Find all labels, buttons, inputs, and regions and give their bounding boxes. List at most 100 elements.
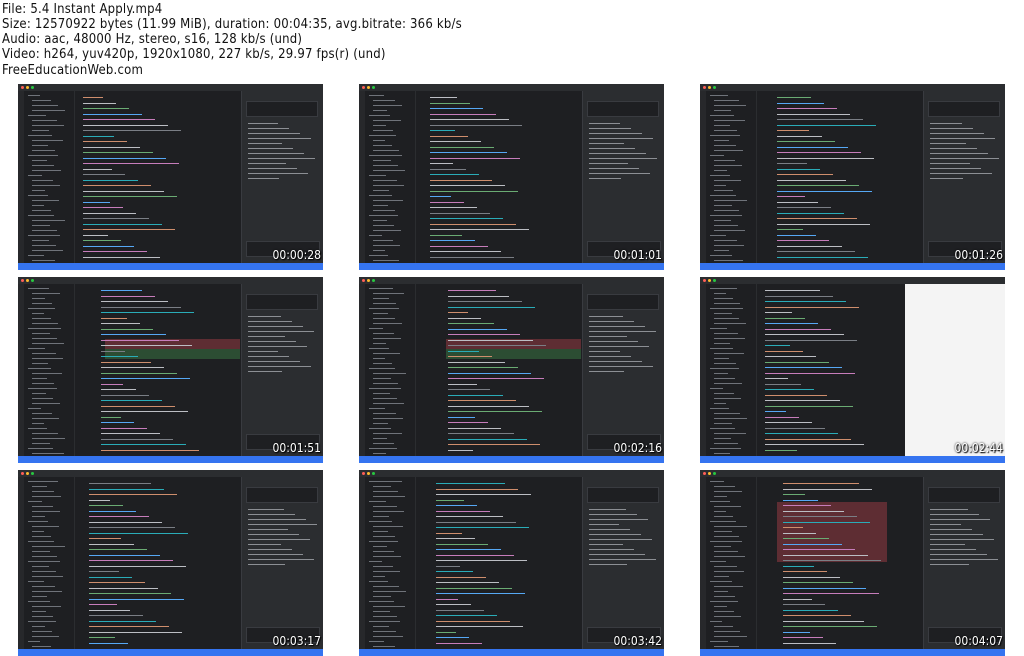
tree-item[interactable] xyxy=(32,110,65,111)
window-control-icon[interactable] xyxy=(708,86,711,89)
tree-item[interactable] xyxy=(32,165,54,166)
tree-item[interactable] xyxy=(373,423,388,424)
tree-item[interactable] xyxy=(373,443,394,444)
tree-item[interactable] xyxy=(373,303,396,304)
tree-item[interactable] xyxy=(373,453,386,454)
tree-item[interactable] xyxy=(373,403,404,404)
tree-item[interactable] xyxy=(714,626,733,627)
tree-item[interactable] xyxy=(32,398,53,399)
tree-item[interactable] xyxy=(373,165,398,166)
tree-item[interactable] xyxy=(373,150,399,151)
tree-item[interactable] xyxy=(373,298,389,299)
window-control-icon[interactable] xyxy=(31,472,34,475)
tree-item[interactable] xyxy=(28,368,51,369)
tree-item[interactable] xyxy=(714,105,746,106)
tree-item[interactable] xyxy=(373,338,401,339)
tree-item[interactable] xyxy=(28,481,58,482)
video-thumbnail[interactable]: 00:04:07 xyxy=(700,470,1005,656)
window-control-icon[interactable] xyxy=(372,86,375,89)
tree-item[interactable] xyxy=(28,308,55,309)
window-control-icon[interactable] xyxy=(31,279,34,282)
tree-item[interactable] xyxy=(714,318,739,319)
tree-item[interactable] xyxy=(32,210,51,211)
video-thumbnail[interactable]: 00:01:51 xyxy=(18,277,323,463)
tree-item[interactable] xyxy=(32,250,63,251)
tree-item[interactable] xyxy=(32,596,47,597)
tree-item[interactable] xyxy=(714,210,739,211)
tree-item[interactable] xyxy=(710,541,742,542)
tree-item[interactable] xyxy=(32,556,57,557)
window-control-icon[interactable] xyxy=(26,86,29,89)
tree-item[interactable] xyxy=(373,516,389,517)
tree-item[interactable] xyxy=(714,230,745,231)
tree-item[interactable] xyxy=(373,250,385,251)
tree-item[interactable] xyxy=(373,506,397,507)
tree-item[interactable] xyxy=(714,606,727,607)
tree-item[interactable] xyxy=(714,486,735,487)
tree-item[interactable] xyxy=(714,200,747,201)
tree-item[interactable] xyxy=(369,235,382,236)
tree-item[interactable] xyxy=(32,403,60,404)
tree-item[interactable] xyxy=(28,215,54,216)
tree-item[interactable] xyxy=(32,220,65,221)
tree-item[interactable] xyxy=(32,100,51,101)
tree-item[interactable] xyxy=(714,616,741,617)
window-control-icon[interactable] xyxy=(708,279,711,282)
tree-item[interactable] xyxy=(714,373,728,374)
tree-item[interactable] xyxy=(32,120,57,121)
tree-item[interactable] xyxy=(710,288,737,289)
window-control-icon[interactable] xyxy=(21,86,24,89)
tree-item[interactable] xyxy=(714,398,741,399)
tree-item[interactable] xyxy=(373,200,403,201)
tree-item[interactable] xyxy=(373,551,394,552)
tree-item[interactable] xyxy=(32,611,46,612)
tree-item[interactable] xyxy=(32,363,48,364)
tree-item[interactable] xyxy=(710,428,735,429)
tree-item[interactable] xyxy=(369,368,395,369)
tree-item[interactable] xyxy=(28,541,54,542)
tree-item[interactable] xyxy=(714,125,730,126)
tree-item[interactable] xyxy=(714,403,726,404)
tree-item[interactable] xyxy=(373,511,404,512)
tree-item[interactable] xyxy=(710,135,740,136)
tree-item[interactable] xyxy=(32,205,44,206)
tree-item[interactable] xyxy=(28,388,57,389)
tree-item[interactable] xyxy=(373,185,404,186)
tree-item[interactable] xyxy=(32,130,49,131)
tree-item[interactable] xyxy=(32,636,59,637)
window-control-icon[interactable] xyxy=(713,86,716,89)
tree-item[interactable] xyxy=(28,501,42,502)
tree-item[interactable] xyxy=(32,506,53,507)
tree-item[interactable] xyxy=(369,641,384,642)
tree-item[interactable] xyxy=(28,255,44,256)
tree-item[interactable] xyxy=(714,646,739,647)
tree-item[interactable] xyxy=(710,308,743,309)
tree-item[interactable] xyxy=(710,601,738,602)
tree-item[interactable] xyxy=(710,521,736,522)
tree-item[interactable] xyxy=(369,448,397,449)
tree-item[interactable] xyxy=(714,140,729,141)
tree-item[interactable] xyxy=(714,185,726,186)
tree-item[interactable] xyxy=(32,313,44,314)
video-thumbnail[interactable]: 00:01:26 xyxy=(700,84,1005,270)
tree-item[interactable] xyxy=(373,646,395,647)
tree-item[interactable] xyxy=(710,95,728,96)
tree-item[interactable] xyxy=(710,481,724,482)
tree-item[interactable] xyxy=(714,536,739,537)
tree-item[interactable] xyxy=(373,393,390,394)
window-control-icon[interactable] xyxy=(367,86,370,89)
tree-item[interactable] xyxy=(714,506,741,507)
tree-item[interactable] xyxy=(32,358,63,359)
tree-item[interactable] xyxy=(373,318,395,319)
tree-item[interactable] xyxy=(369,621,400,622)
tree-item[interactable] xyxy=(373,363,392,364)
video-thumbnail[interactable]: 00:03:17 xyxy=(18,470,323,656)
tree-item[interactable] xyxy=(714,358,729,359)
tree-item[interactable] xyxy=(714,293,726,294)
tree-item[interactable] xyxy=(32,516,45,517)
tree-item[interactable] xyxy=(373,486,391,487)
tree-item[interactable] xyxy=(714,120,745,121)
window-control-icon[interactable] xyxy=(713,279,716,282)
tree-item[interactable] xyxy=(28,601,50,602)
tree-item[interactable] xyxy=(32,260,55,261)
